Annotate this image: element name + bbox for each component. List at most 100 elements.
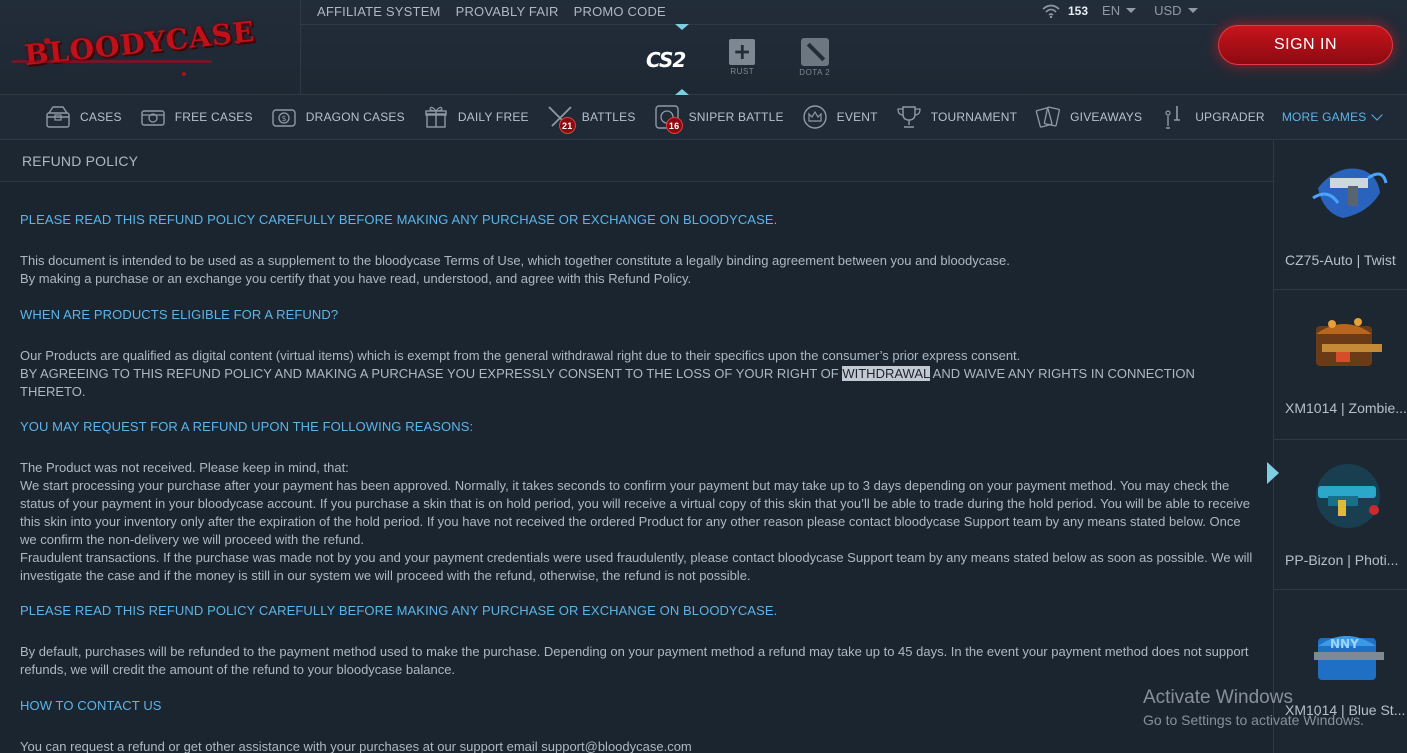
game-tab-dota2[interactable]: DOTA 2 [799, 38, 830, 77]
logo-drip [44, 38, 50, 44]
nav-item-free-cases[interactable]: FREE CASES [139, 104, 253, 130]
sign-in-button[interactable]: SIGN IN [1218, 25, 1393, 65]
paragraph: You can request a refund or get other as… [20, 739, 692, 753]
active-game-indicator-top [675, 24, 689, 30]
header: BLOODYCASE AFFILIATE SYSTEM PROVABLY FAI… [0, 0, 1407, 95]
paragraph: BY AGREEING TO THIS REFUND POLICY AND MA… [20, 365, 1260, 401]
nav-item-label: DAILY FREE [457, 110, 529, 124]
nav-item-label: UPGRADER [1195, 110, 1265, 124]
online-count: 153 [1068, 3, 1089, 18]
logo-box[interactable]: BLOODYCASE [0, 0, 301, 95]
live-drops-sidebar: CZ75-Auto | Twist XM1014 | Zombie... PP-… [1273, 140, 1407, 753]
affiliate-system-link[interactable]: AFFILIATE SYSTEM [317, 4, 441, 19]
sidebar-toggle-arrow-icon[interactable] [1267, 462, 1279, 484]
nav-item-battles[interactable]: 21 BATTLES [546, 104, 636, 134]
selected-text: WITHDRAWAL [842, 366, 930, 381]
live-drop-item[interactable]: CZ75-Auto | Twist [1274, 140, 1407, 290]
trophy-icon [895, 104, 923, 130]
skin-image: NNY [1314, 636, 1384, 680]
section-heading: PLEASE READ THIS REFUND POLICY CAREFULLY… [20, 603, 778, 618]
section-heading: PLEASE READ THIS REFUND POLICY CAREFULLY… [20, 212, 778, 227]
top-right-controls: 153 EN USD [1042, 3, 1216, 18]
text-span: BY AGREEING TO THIS REFUND POLICY AND MA… [20, 366, 843, 381]
skin-image [1316, 464, 1380, 528]
more-games-label: MORE GAMES [1281, 110, 1367, 124]
live-drop-item[interactable]: XM1014 | Zombie... [1274, 290, 1407, 440]
cases-icon [44, 104, 72, 130]
dragon-cases-icon: $ [270, 104, 298, 130]
nav-item-label: CASES [80, 110, 122, 124]
game-tab-cs2[interactable]: CS2 [646, 44, 686, 72]
paragraph: The Product was not received. Please kee… [20, 460, 349, 475]
nav-item-label: EVENT [836, 110, 878, 124]
currency-value: USD [1154, 3, 1182, 18]
page-title: REFUND POLICY [22, 153, 139, 169]
live-drop-item[interactable]: PP-Bizon | Photi... [1274, 440, 1407, 590]
windows-activation-watermark: Activate Windows Go to Settings to activ… [1143, 687, 1364, 728]
divider [301, 24, 1217, 25]
section-heading: HOW TO CONTACT US [20, 698, 162, 713]
paragraph: By making a purchase or an exchange you … [20, 271, 692, 286]
game-tab-label: RUST [730, 67, 755, 76]
rust-icon [729, 39, 756, 65]
nav-item-label: FREE CASES [174, 110, 253, 124]
provably-fair-link[interactable]: PROVABLY FAIR [456, 4, 559, 19]
site-logo[interactable]: BLOODYCASE [23, 15, 257, 72]
game-tabs: CS2 RUST DOTA 2 [646, 38, 830, 77]
page-title-bar: REFUND POLICY [0, 140, 1273, 182]
nav-item-upgrader[interactable]: UPGRADER [1159, 104, 1265, 130]
watermark-line-1: Activate Windows [1143, 687, 1293, 708]
nav-item-sniper-battle[interactable]: 16 SNIPER BATTLE [653, 104, 784, 134]
crown-icon [801, 104, 829, 130]
nav-item-dragon-cases[interactable]: $ DRAGON CASES [270, 104, 405, 130]
paragraph: By default, purchases will be refunded t… [20, 644, 1249, 677]
skin-name: XM1014 | Zombie... [1285, 400, 1407, 416]
promo-code-link[interactable]: PROMO CODE [574, 4, 666, 19]
nav-item-label: GIVEAWAYS [1070, 110, 1143, 124]
free-cases-icon [139, 104, 167, 130]
nav-item-label: DRAGON CASES [305, 110, 405, 124]
cs2-logo: CS2 [646, 47, 686, 72]
crosshair-icon: 16 [653, 104, 683, 134]
skin-image [1312, 168, 1388, 218]
nav-item-tournament[interactable]: TOURNAMENT [895, 104, 1017, 130]
svg-text:$: $ [281, 114, 286, 123]
wifi-icon [1042, 4, 1060, 18]
section-heading: YOU MAY REQUEST FOR A REFUND UPON THE FO… [20, 419, 474, 434]
crossed-swords-icon: 21 [546, 104, 576, 134]
skin-name: PP-Bizon | Photi... [1285, 552, 1399, 568]
upgrader-icon [1159, 104, 1187, 130]
nav-item-giveaways[interactable]: GIVEAWAYS [1034, 104, 1142, 130]
nav-item-label: SNIPER BATTLE [688, 110, 784, 124]
top-links: AFFILIATE SYSTEM PROVABLY FAIR PROMO COD… [317, 4, 666, 19]
nav-item-event[interactable]: EVENT [801, 104, 878, 130]
nav-item-label: BATTLES [581, 110, 636, 124]
battles-count-badge: 21 [558, 117, 576, 134]
logo-drip [182, 72, 186, 76]
nav-item-daily-free[interactable]: DAILY FREE [422, 104, 529, 130]
paragraph: Our Products are qualified as digital co… [20, 348, 1021, 363]
svg-text:NNY: NNY [1330, 637, 1359, 651]
game-tab-label: DOTA 2 [799, 68, 831, 77]
more-games-dropdown[interactable]: MORE GAMES [1281, 109, 1383, 124]
game-tab-rust[interactable]: RUST [729, 39, 756, 76]
nav-item-label: TOURNAMENT [930, 110, 1018, 124]
paragraph: This document is intended to be used as … [20, 253, 1010, 268]
paragraph: Fraudulent transactions. If the purchase… [20, 550, 1253, 583]
chevron-down-icon [1187, 8, 1198, 13]
chevron-down-icon [1370, 109, 1383, 121]
refund-policy-content: PLEASE READ THIS REFUND POLICY CAREFULLY… [20, 211, 1260, 753]
cards-icon [1034, 104, 1062, 130]
chevron-down-icon [1126, 8, 1137, 13]
currency-selector[interactable]: USD [1154, 3, 1198, 18]
logo-drip [236, 40, 240, 44]
skin-image [1316, 318, 1382, 366]
language-value: EN [1102, 3, 1121, 18]
section-heading: WHEN ARE PRODUCTS ELIGIBLE FOR A REFUND? [20, 307, 339, 322]
watermark-line-2: Go to Settings to activate Windows. [1143, 712, 1364, 728]
sniper-battle-count-badge: 16 [665, 117, 683, 134]
gift-icon [422, 104, 450, 130]
language-selector[interactable]: EN [1102, 3, 1137, 18]
main-nav: CASES FREE CASES $ DRAGON CASES DAILY FR… [0, 95, 1407, 140]
nav-item-cases[interactable]: CASES [44, 104, 122, 130]
